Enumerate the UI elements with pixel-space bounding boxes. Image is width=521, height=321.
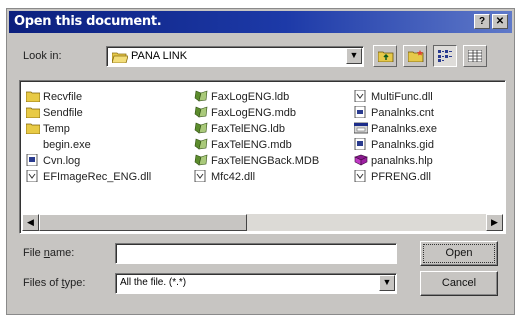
look-in-value: PANA LINK [131, 50, 188, 62]
folder-icon [26, 122, 40, 134]
file-name-label: FaxLogENG.mdb [211, 107, 296, 119]
scroll-right-button[interactable]: ▶ [486, 214, 503, 231]
list-item[interactable]: Panalnks.gid [354, 137, 437, 153]
file-name-label: PFRENG.dll [371, 171, 431, 183]
folder-icon [26, 106, 40, 118]
dll-file-icon [354, 170, 368, 182]
file-type-value: All the file. (*.*) [120, 277, 187, 288]
file-column-3: MultiFunc.dll Panalnks.cnt Panalnks.exe … [354, 89, 437, 185]
title-bar[interactable]: Open this document. ? ✕ [9, 11, 512, 33]
file-column-1: Recvfile Sendfile Temp begin.exe Cvn.log… [26, 89, 151, 185]
list-item[interactable]: Temp [26, 121, 151, 137]
list-item[interactable]: Mfc42.dll [194, 169, 319, 185]
list-item[interactable]: MultiFunc.dll [354, 89, 437, 105]
cancel-button[interactable]: Cancel [420, 271, 498, 296]
look-in-combobox[interactable]: PANA LINK ▼ [106, 46, 364, 67]
scroll-thumb[interactable] [39, 214, 247, 231]
list-item[interactable]: begin.exe [26, 137, 151, 153]
file-name-label: Panalnks.gid [371, 139, 434, 151]
dll-file-icon [354, 90, 368, 102]
file-list[interactable]: Recvfile Sendfile Temp begin.exe Cvn.log… [19, 80, 506, 234]
list-item[interactable]: PFRENG.dll [354, 169, 437, 185]
list-item[interactable]: FaxLogENG.ldb [194, 89, 319, 105]
access-db-icon [194, 154, 208, 166]
help-index-icon [354, 138, 368, 150]
list-view-icon [438, 50, 452, 65]
details-view-icon [467, 49, 483, 65]
file-name-label: MultiFunc.dll [371, 91, 433, 103]
file-name-label: FaxTelENG.ldb [211, 123, 285, 135]
dll-file-icon [194, 170, 208, 182]
file-name-label: Recvfile [43, 91, 83, 103]
help-book-icon [354, 154, 368, 166]
scroll-left-button[interactable]: ◀ [22, 214, 39, 231]
list-item[interactable]: Sendfile [26, 105, 151, 121]
up-folder-icon [377, 50, 394, 65]
list-item[interactable]: FaxTelENG.ldb [194, 121, 319, 137]
list-item[interactable]: FaxTelENGBack.MDB [194, 153, 319, 169]
application-icon [354, 122, 368, 134]
list-item[interactable]: Panalnks.cnt [354, 105, 437, 121]
list-item[interactable]: Panalnks.exe [354, 121, 437, 137]
list-item[interactable]: Recvfile [26, 89, 151, 105]
dll-file-icon [26, 170, 40, 182]
list-view-button[interactable] [433, 45, 457, 67]
file-name-label: Mfc42.dll [211, 171, 256, 183]
new-folder-button[interactable] [403, 45, 427, 67]
file-name-label: panalnks.hlp [371, 155, 433, 167]
list-item[interactable]: EFImageRec_ENG.dll [26, 169, 151, 185]
folder-icon [26, 90, 40, 102]
file-name-label: Temp [43, 123, 70, 135]
help-button[interactable]: ? [474, 14, 490, 29]
new-folder-icon [407, 50, 424, 65]
horizontal-scrollbar[interactable]: ◀ ▶ [22, 214, 503, 231]
file-name-label: Cvn.log [43, 155, 81, 167]
help-contents-icon [354, 106, 368, 118]
file-name-label: Sendfile [43, 107, 83, 119]
files-of-type-label: Files of type: [23, 277, 86, 289]
look-in-label: Look in: [23, 50, 62, 62]
list-item[interactable]: Cvn.log [26, 153, 151, 169]
file-name-label: Panalnks.cnt [371, 107, 434, 119]
details-view-button[interactable] [463, 45, 487, 67]
list-item[interactable]: FaxLogENG.mdb [194, 105, 319, 121]
access-db-icon [194, 90, 208, 102]
access-db-icon [194, 138, 208, 150]
open-button[interactable]: Open [420, 241, 498, 266]
access-db-icon [194, 122, 208, 134]
list-item[interactable]: FaxTelENG.mdb [194, 137, 319, 153]
file-name-label: FaxLogENG.ldb [211, 91, 290, 103]
file-name-label: File name: [23, 247, 75, 259]
file-type-combobox[interactable]: All the file. (*.*) ▼ [115, 273, 397, 294]
file-name-label: Panalnks.exe [371, 123, 438, 135]
dialog-title: Open this document. [14, 14, 162, 29]
file-name-label: FaxTelENG.mdb [211, 139, 292, 151]
file-type-dropdown-button[interactable]: ▼ [379, 275, 395, 291]
up-one-level-button[interactable] [373, 45, 397, 67]
blank-icon [26, 138, 40, 150]
look-in-dropdown-button[interactable]: ▼ [346, 48, 362, 64]
log-file-icon [26, 154, 40, 166]
list-item[interactable]: panalnks.hlp [354, 153, 437, 169]
file-name-label: begin.exe [43, 139, 91, 151]
file-name-input[interactable] [115, 243, 397, 264]
file-name-label: EFImageRec_ENG.dll [43, 171, 152, 183]
access-db-icon [194, 106, 208, 118]
open-dialog: Open this document. ? ✕ Look in: PANA LI… [6, 8, 515, 315]
file-name-label: FaxTelENGBack.MDB [211, 155, 320, 167]
file-column-2: FaxLogENG.ldb FaxLogENG.mdb FaxTelENG.ld… [194, 89, 319, 185]
close-button[interactable]: ✕ [492, 14, 508, 29]
folder-open-icon [112, 51, 128, 63]
